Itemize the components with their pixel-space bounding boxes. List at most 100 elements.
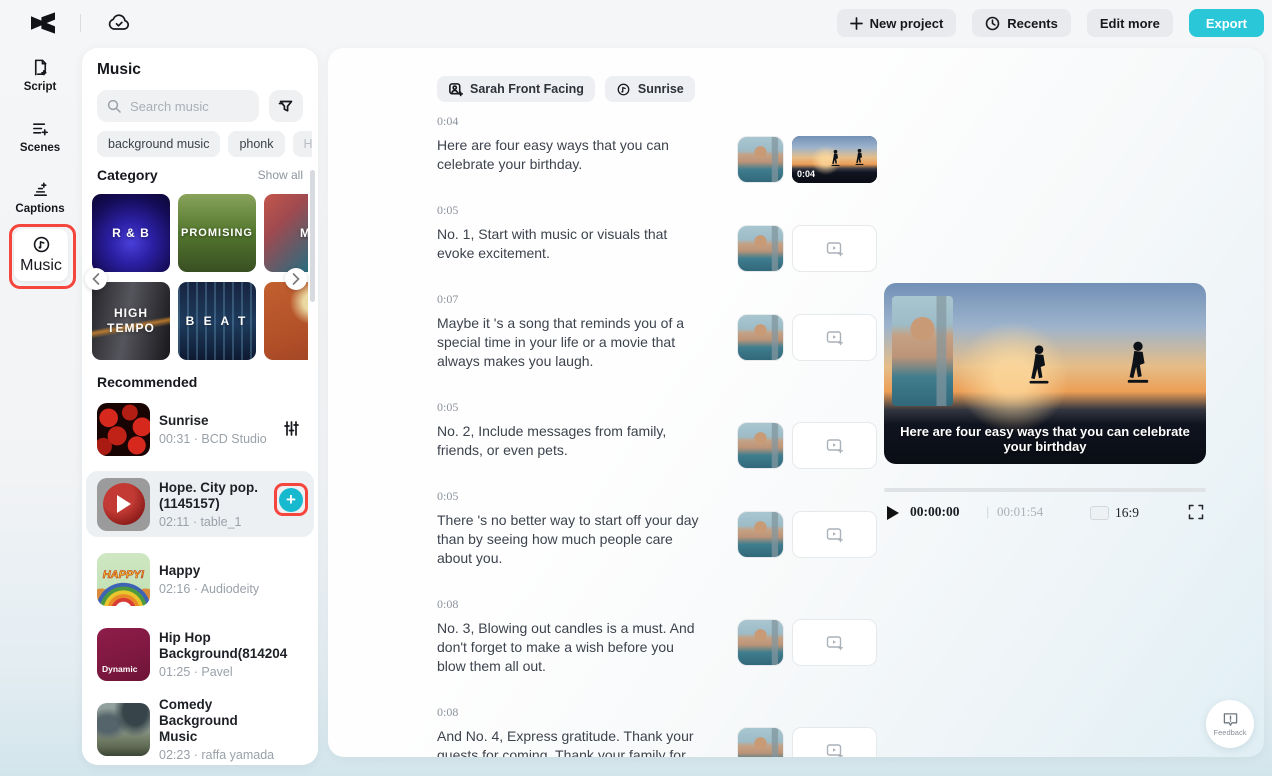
- sidebar-item-music[interactable]: Music: [14, 229, 68, 281]
- add-video-slot[interactable]: [792, 727, 877, 757]
- sidebar-item-captions[interactable]: Captions: [0, 180, 80, 215]
- segment-6: 0:08 No. 3, Blowing out candles is a mus…: [437, 597, 877, 676]
- segment-text[interactable]: And No. 4, Express gratitude. Thank your…: [437, 727, 705, 757]
- category-tile-promising[interactable]: PROMISING: [178, 194, 256, 272]
- cloud-sync-icon[interactable]: [106, 11, 132, 35]
- segment-5: 0:05 There 's no better way to start off…: [437, 489, 877, 568]
- capcut-logo-icon[interactable]: [30, 12, 56, 34]
- add-video-slot[interactable]: [792, 422, 877, 469]
- tag-row: background music phonk Ha: [97, 131, 312, 157]
- video-duration-badge: 0:04: [797, 169, 816, 179]
- filter-button[interactable]: [269, 90, 303, 122]
- segment-text[interactable]: No. 1, Start with music or visuals that …: [437, 225, 705, 263]
- sidebar-item-label: Music: [20, 257, 62, 274]
- track-meta: 00:31 · BCD Studio: [159, 431, 267, 446]
- captions-icon: [33, 182, 47, 197]
- category-tile-beat[interactable]: B E A T: [178, 282, 256, 360]
- chip-sunrise[interactable]: Sunrise: [604, 76, 695, 102]
- aspect-ratio-button[interactable]: 16:9: [1089, 505, 1139, 521]
- add-video-slot[interactable]: [792, 314, 877, 361]
- time-divider: |: [986, 504, 990, 519]
- add-track-button[interactable]: +: [279, 487, 303, 512]
- tag-phonk[interactable]: phonk: [228, 131, 285, 157]
- track-row-hope-city-pop[interactable]: Hope. City pop. (1145157) 02:11 · table_…: [86, 471, 314, 537]
- avatar-thumbnail[interactable]: [737, 511, 784, 558]
- track-meta: 02:16 · Audiodeity: [159, 581, 260, 596]
- segment-time: 0:08: [437, 597, 459, 611]
- track-row-comedy-background-music[interactable]: Comedy Background Music 02:23 · raffa ya…: [86, 696, 314, 762]
- play-button[interactable]: [887, 506, 899, 520]
- feedback-button[interactable]: Feedback: [1206, 700, 1254, 748]
- segment-time: 0:05: [437, 489, 459, 503]
- seek-bar[interactable]: [884, 488, 1206, 492]
- preview-caption: Here are four easy ways that you can cel…: [900, 424, 1190, 454]
- panel-scrollbar[interactable]: [310, 170, 315, 302]
- add-video-slot[interactable]: [792, 511, 877, 558]
- category-tile-mark[interactable]: MARK: [264, 194, 308, 272]
- play-icon: [117, 494, 131, 513]
- add-video-slot[interactable]: [792, 619, 877, 666]
- music-panel: Music background music phonk Ha Category…: [82, 48, 318, 765]
- filter-icon: [278, 100, 293, 112]
- avatar-thumbnail[interactable]: [737, 727, 784, 757]
- track-name: Sunrise: [159, 412, 209, 428]
- carousel-right-arrow[interactable]: [285, 268, 307, 290]
- video-add-icon: [826, 635, 843, 650]
- category-tile-high-tempo[interactable]: HIGH TEMPO: [92, 282, 170, 360]
- segment-3: 0:07 Maybe it 's a song that reminds you…: [437, 292, 877, 371]
- avatar-thumbnail[interactable]: [737, 225, 784, 272]
- search-icon: [107, 99, 121, 113]
- tag-background-music[interactable]: background music: [97, 131, 221, 157]
- avatar-thumbnail[interactable]: [737, 314, 784, 361]
- track-row-happy[interactable]: HAPPY! Happy 02:16 · Audiodeity: [86, 546, 314, 612]
- track-thumbnail: HAPPY!: [97, 552, 150, 606]
- segment-text[interactable]: There 's no better way to start off your…: [437, 511, 705, 568]
- carousel-left-arrow[interactable]: [85, 268, 107, 290]
- track-row-sunrise[interactable]: Sunrise 00:31 · BCD Studio: [86, 396, 314, 462]
- sidebar-item-label: Script: [23, 81, 57, 93]
- plus-icon: [849, 16, 863, 30]
- avatar-thumbnail[interactable]: [737, 136, 784, 183]
- fullscreen-button[interactable]: [1188, 504, 1204, 520]
- category-tile-lo[interactable]: LO: [264, 282, 308, 360]
- ratio-box-icon: [1089, 506, 1109, 520]
- sidebar-item-script[interactable]: Script: [0, 58, 80, 93]
- video-thumbnail[interactable]: 0:04: [792, 136, 877, 183]
- clock-icon: [985, 16, 1000, 30]
- category-tile-rnb[interactable]: R & B: [92, 194, 170, 272]
- music-icon: [33, 236, 49, 253]
- track-thumbnail: Dynamic: [97, 627, 150, 681]
- segment-2: 0:05 No. 1, Start with music or visuals …: [437, 203, 877, 272]
- avatar-thumbnail[interactable]: [737, 619, 784, 666]
- segment-4: 0:05 No. 2, Include messages from family…: [437, 400, 877, 469]
- panel-title: Music: [97, 61, 141, 78]
- segment-7: 0:08 And No. 4, Express gratitude. Thank…: [437, 705, 877, 757]
- show-all-link[interactable]: Show all: [258, 168, 303, 182]
- segment-1: 0:04 Here are four easy ways that you ca…: [437, 114, 877, 183]
- video-preview[interactable]: Here are four easy ways that you can cel…: [884, 283, 1206, 464]
- sidebar-item-scenes[interactable]: Scenes: [0, 119, 80, 154]
- skater-silhouette-icon: [855, 148, 864, 165]
- top-bar: New project Recents Edit more Export: [0, 0, 1272, 46]
- track-row-hip-hop-background[interactable]: Dynamic Hip Hop Background(814204 01:25 …: [86, 621, 314, 687]
- search-input[interactable]: [128, 97, 242, 115]
- category-title: Category: [97, 167, 158, 183]
- recents-button[interactable]: Recents: [972, 9, 1071, 37]
- segment-text[interactable]: No. 3, Blowing out candles is a must. An…: [437, 619, 705, 676]
- track-meta: 02:23 · raffa yamada: [159, 747, 275, 762]
- recommended-title: Recommended: [97, 374, 198, 390]
- edit-more-button[interactable]: Edit more: [1086, 9, 1173, 37]
- avatar-thumbnail[interactable]: [737, 422, 784, 469]
- segment-text[interactable]: Maybe it 's a song that reminds you of a…: [437, 314, 705, 371]
- segment-text[interactable]: No. 2, Include messages from family, fri…: [437, 422, 705, 460]
- chip-sarah-front-facing[interactable]: Sarah Front Facing: [437, 76, 595, 102]
- new-project-label: New project: [869, 15, 944, 31]
- add-video-slot[interactable]: [792, 225, 877, 272]
- adjust-sliders-icon[interactable]: [283, 420, 300, 437]
- new-project-button[interactable]: New project: [836, 9, 957, 37]
- thumb-text: Dynamic: [102, 663, 138, 674]
- export-button[interactable]: Export: [1188, 9, 1264, 37]
- segment-text[interactable]: Here are four easy ways that you can cel…: [437, 136, 705, 174]
- tag-ha[interactable]: Ha: [292, 131, 312, 157]
- video-add-icon: [826, 330, 843, 345]
